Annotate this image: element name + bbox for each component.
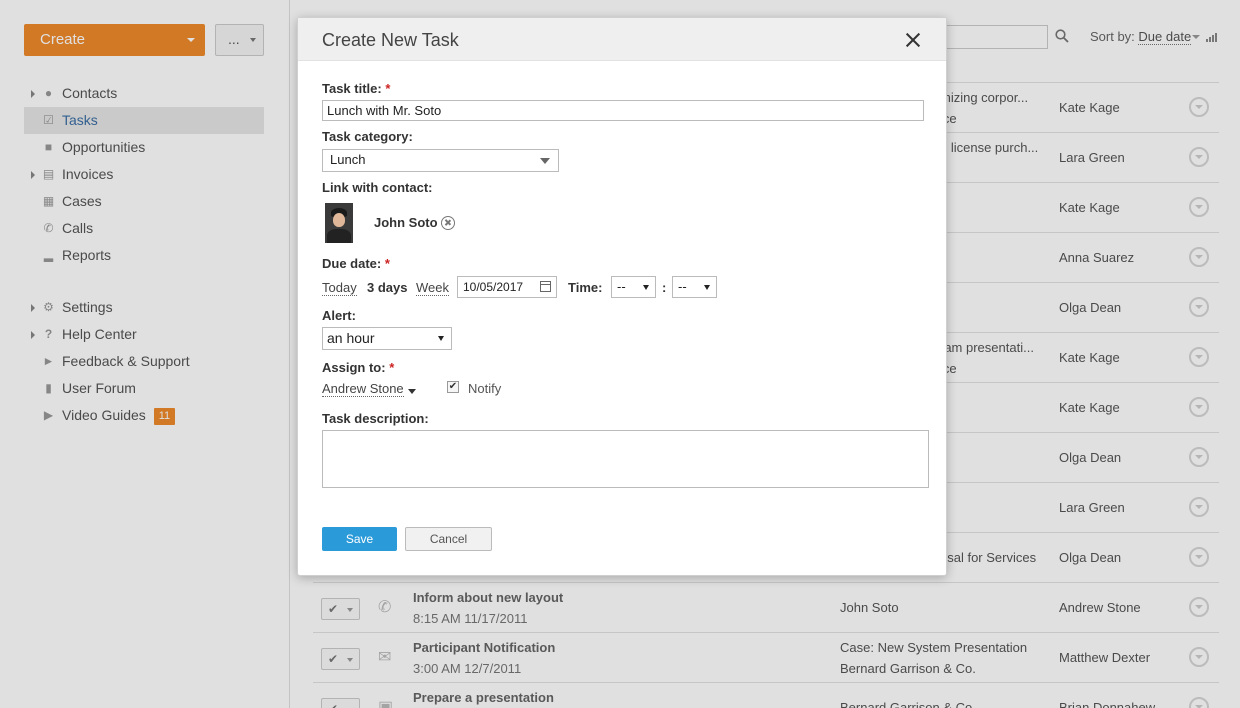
due-3days-link[interactable]: 3 days	[367, 280, 407, 295]
contact-name[interactable]: John Soto	[374, 215, 438, 230]
select-value: --	[617, 279, 626, 294]
time-minute-select[interactable]: --	[672, 276, 717, 298]
input-value: Lunch with Mr. Soto	[327, 103, 442, 118]
task-description-input[interactable]	[322, 430, 929, 488]
alert-select[interactable]: an hour	[322, 327, 452, 350]
create-task-dialog: Create New Task Task title: * Lunch with…	[297, 17, 947, 576]
dialog-title: Create New Task	[322, 30, 459, 50]
required-mark: *	[389, 360, 395, 375]
task-category-label: Task category:	[322, 129, 413, 144]
assign-to-label: Assign to: *	[322, 360, 394, 375]
time-hour-select[interactable]: --	[611, 276, 656, 298]
due-today-link[interactable]: Today	[322, 280, 357, 296]
label-text: Assign to:	[322, 360, 386, 375]
label-text: Task title:	[322, 81, 382, 96]
select-value: --	[678, 279, 687, 294]
notify-label[interactable]: Notify	[468, 381, 501, 396]
due-week-link[interactable]: Week	[416, 280, 449, 296]
chevron-down-icon	[704, 285, 710, 290]
task-description-label: Task description:	[322, 411, 429, 426]
avatar	[325, 203, 353, 243]
chevron-down-icon	[540, 158, 550, 164]
task-title-input[interactable]: Lunch with Mr. Soto	[322, 100, 924, 121]
assignee-dropdown[interactable]: Andrew Stone	[322, 381, 404, 397]
time-label: Time:	[568, 280, 603, 295]
input-value: 10/05/2017	[463, 280, 524, 294]
save-button[interactable]: Save	[322, 527, 397, 551]
cancel-button[interactable]: Cancel	[405, 527, 492, 551]
notify-checkbox[interactable]: ✔	[447, 381, 459, 393]
close-icon[interactable]	[905, 32, 921, 48]
task-category-select[interactable]: Lunch	[322, 149, 559, 172]
required-mark: *	[384, 256, 390, 271]
chevron-down-icon	[438, 336, 444, 341]
select-value: an hour	[327, 330, 375, 346]
calendar-icon[interactable]	[540, 281, 551, 292]
label-text: Due date:	[322, 256, 382, 271]
alert-label: Alert:	[322, 308, 356, 323]
chevron-down-icon	[643, 285, 649, 290]
dialog-header: Create New Task	[298, 18, 946, 61]
remove-contact-icon[interactable]	[441, 216, 455, 230]
due-date-label: Due date: *	[322, 256, 390, 271]
link-contact-label: Link with contact:	[322, 180, 433, 195]
time-separator: :	[662, 280, 667, 295]
chevron-down-icon[interactable]	[408, 389, 416, 394]
required-mark: *	[385, 81, 391, 96]
task-title-label: Task title: *	[322, 81, 390, 96]
select-value: Lunch	[330, 152, 366, 167]
